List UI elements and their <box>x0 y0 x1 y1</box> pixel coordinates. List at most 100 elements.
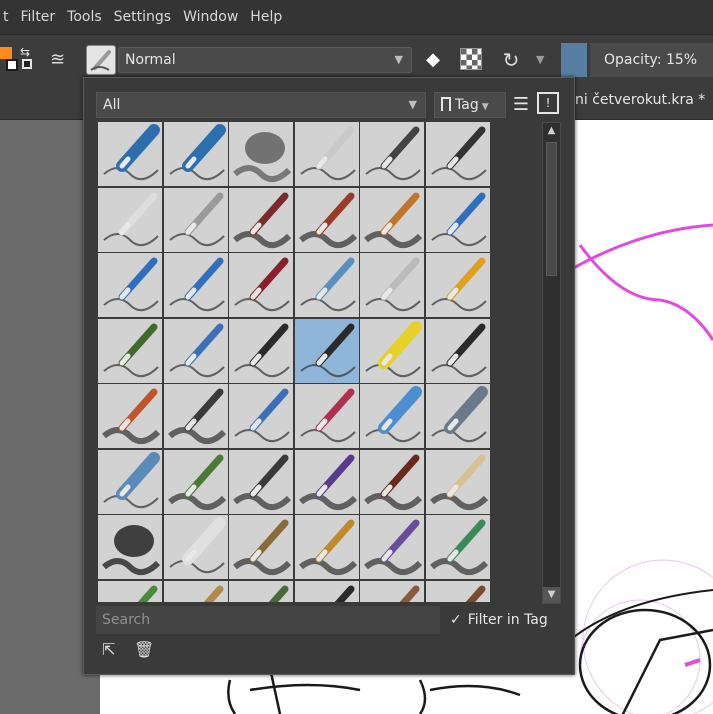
brush-preset-item[interactable] <box>426 515 490 579</box>
document-tab[interactable]: ni četverokut.kra * <box>575 92 705 108</box>
brush-preset-item[interactable] <box>229 188 293 252</box>
brush-preset-item[interactable] <box>98 188 162 252</box>
preserve-alpha-icon[interactable] <box>460 48 482 70</box>
tag-filter-combobox[interactable]: All ▼ <box>96 92 426 118</box>
eraser-icon[interactable]: ◆ <box>420 47 446 73</box>
brush-preset-item[interactable] <box>229 515 293 579</box>
gradient-icon[interactable]: ≊ <box>50 49 74 71</box>
menu-item-settings[interactable]: Settings <box>114 9 171 25</box>
brush-preset-icon <box>360 450 424 514</box>
foreground-background-colors[interactable]: ⇆ <box>0 45 36 75</box>
import-preset-icon[interactable]: ⇱ <box>102 641 120 659</box>
brush-preset-item[interactable] <box>295 253 359 317</box>
background-color[interactable] <box>6 59 18 71</box>
menu-item-tools[interactable]: Tools <box>67 9 102 25</box>
pen-preset-icon <box>295 122 359 186</box>
brush-preset-item[interactable] <box>426 122 490 186</box>
brush-preset-item[interactable] <box>295 384 359 448</box>
brush-preset-item[interactable] <box>164 122 228 186</box>
brush-preset-item[interactable] <box>98 319 162 383</box>
brush-preset-item[interactable] <box>98 450 162 514</box>
brush-preset-item[interactable] <box>164 253 228 317</box>
reset-colors-icon[interactable] <box>22 59 32 69</box>
filter-in-tag-checkbox[interactable]: ✓ Filter in Tag <box>450 606 548 634</box>
pen-preset-icon <box>360 122 424 186</box>
swap-colors-icon[interactable]: ⇆ <box>20 45 30 59</box>
brush-preset-item[interactable] <box>164 319 228 383</box>
brush-preset-item[interactable] <box>360 384 424 448</box>
brush-preset-item[interactable] <box>98 253 162 317</box>
brush-preset-item[interactable] <box>229 122 293 186</box>
brush-preset-item[interactable] <box>164 384 228 448</box>
pencil-preset-icon <box>360 581 424 602</box>
brush-preset-item[interactable] <box>360 122 424 186</box>
tag-button[interactable]: Tag ▼ <box>434 92 506 118</box>
brush-preset-item[interactable] <box>426 319 490 383</box>
brush-preset-icon <box>164 450 228 514</box>
reload-preset-icon[interactable]: ↻ <box>498 47 524 73</box>
pen-preset-icon <box>295 253 359 317</box>
brush-preset-item[interactable] <box>295 515 359 579</box>
brush-preset-item[interactable] <box>360 253 424 317</box>
brush-preset-item[interactable] <box>360 450 424 514</box>
trash-icon[interactable]: 🗑 <box>134 641 154 659</box>
chevron-down-icon: ▼ <box>394 53 403 66</box>
brush-preset-icon <box>229 188 293 252</box>
brush-preset-item[interactable] <box>164 450 228 514</box>
brush-preset-button[interactable] <box>86 45 116 75</box>
brush-preset-item[interactable] <box>98 515 162 579</box>
scroll-down-icon[interactable]: ▼ <box>543 587 560 603</box>
menu-item-window[interactable]: Window <box>183 9 238 25</box>
pencil-preset-icon <box>98 253 162 317</box>
foreground-color[interactable] <box>0 47 12 59</box>
blend-mode-combobox[interactable]: Normal ▼ <box>118 47 412 73</box>
pencil-preset-icon <box>426 188 490 252</box>
view-mode-button[interactable]: ☰ <box>509 92 533 118</box>
brush-preset-item[interactable] <box>360 515 424 579</box>
brush-preset-item[interactable] <box>295 581 359 602</box>
scrollbar-handle[interactable] <box>546 142 557 276</box>
brush-preset-item[interactable] <box>295 319 359 383</box>
preset-scrollbar[interactable]: ▲ ▼ <box>542 122 561 604</box>
brush-preset-item[interactable] <box>98 122 162 186</box>
brush-preset-item[interactable] <box>164 188 228 252</box>
preset-search-input[interactable]: Search <box>96 606 440 634</box>
brush-preset-item[interactable] <box>164 515 228 579</box>
brush-preset-item[interactable] <box>426 253 490 317</box>
brush-preset-item[interactable] <box>229 384 293 448</box>
pencil-preset-icon <box>360 253 424 317</box>
brush-preset-item[interactable] <box>229 581 293 602</box>
chevron-down-icon[interactable]: ▼ <box>536 47 550 73</box>
brush-preset-item[interactable] <box>295 188 359 252</box>
brush-preset-icon <box>164 384 228 448</box>
menu-item-help[interactable]: Help <box>250 9 282 25</box>
pencil-preset-icon <box>90 50 111 71</box>
pencil-preset-icon <box>98 581 162 602</box>
brush-preset-item[interactable] <box>295 122 359 186</box>
krita-window: t Filter Tools Settings Window Help ⇆ ≊ … <box>0 0 713 714</box>
menu-item-filter[interactable]: Filter <box>21 9 56 25</box>
brush-preset-item[interactable] <box>426 581 490 602</box>
brush-preset-item[interactable] <box>229 253 293 317</box>
brush-preset-item[interactable] <box>360 319 424 383</box>
brush-preset-item[interactable] <box>426 188 490 252</box>
pen-preset-icon <box>164 319 228 383</box>
brush-preset-item[interactable] <box>164 581 228 602</box>
brush-preset-item[interactable] <box>98 384 162 448</box>
storage-info-button[interactable]: ! <box>537 92 559 114</box>
tag-button-label: Tag <box>455 97 479 113</box>
brush-preset-icon <box>295 515 359 579</box>
brush-preset-item[interactable] <box>229 319 293 383</box>
opacity-slider[interactable]: Opacity: 15% <box>590 43 713 77</box>
brush-preset-item[interactable] <box>229 450 293 514</box>
brush-preset-item[interactable] <box>426 450 490 514</box>
scroll-up-icon[interactable]: ▲ <box>543 123 560 139</box>
brush-preset-item[interactable] <box>426 384 490 448</box>
menu-item-partial[interactable]: t <box>3 9 9 25</box>
pencil-preset-icon <box>164 188 228 252</box>
brush-preset-item[interactable] <box>360 581 424 602</box>
brush-preset-item[interactable] <box>295 450 359 514</box>
current-color-swatch[interactable] <box>561 43 587 77</box>
brush-preset-item[interactable] <box>98 581 162 602</box>
brush-preset-item[interactable] <box>360 188 424 252</box>
